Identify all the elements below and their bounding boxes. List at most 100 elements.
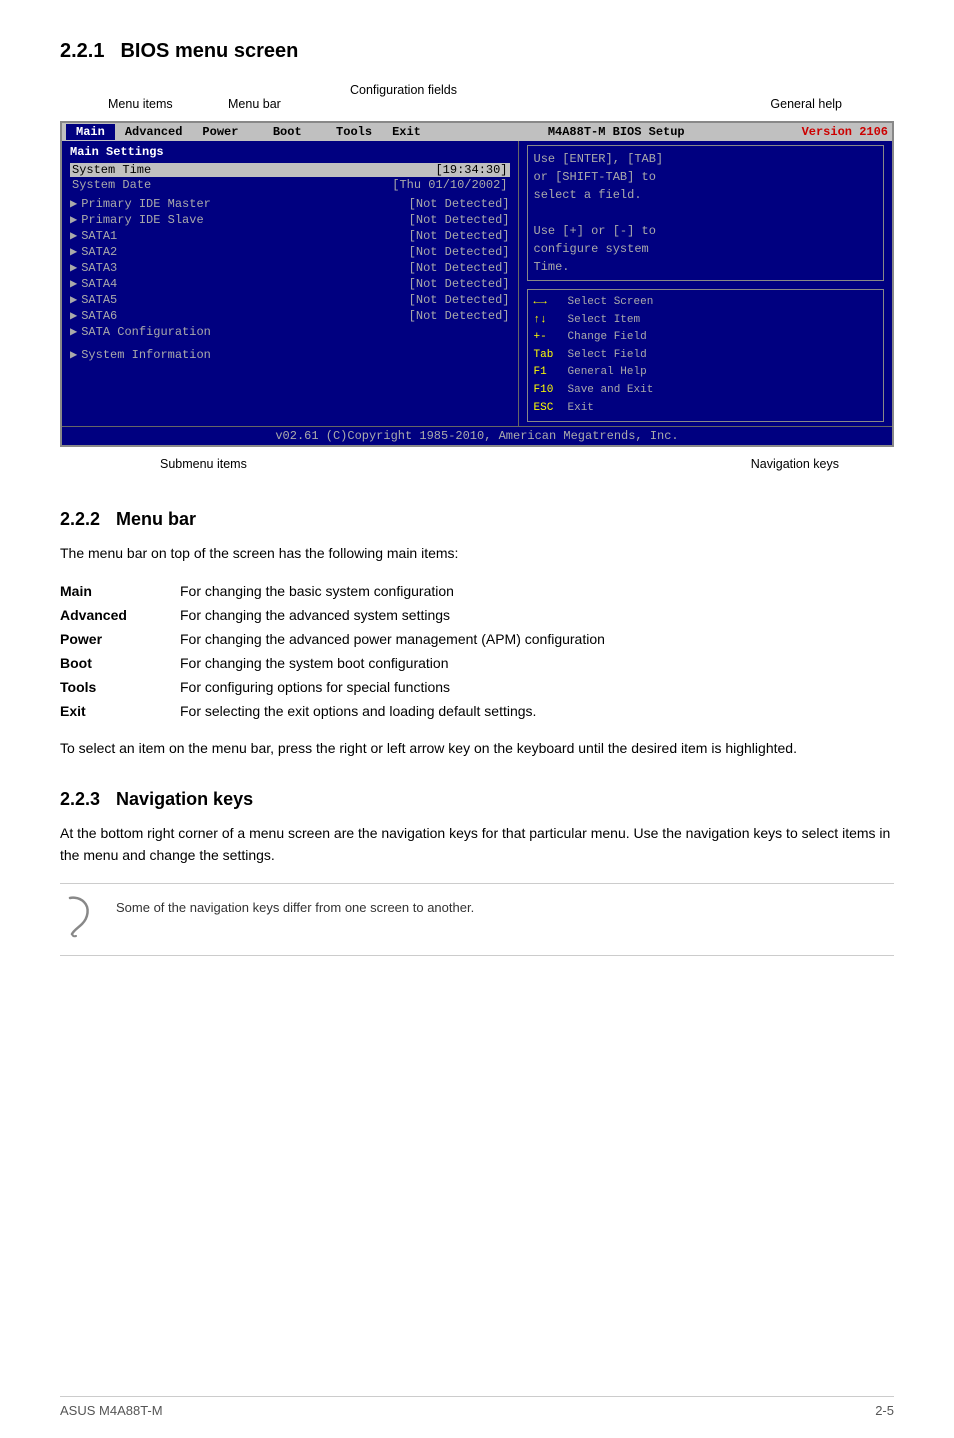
bios-system-date-label: System Date — [72, 178, 151, 192]
menu-item-tools-label: Tools — [60, 675, 180, 699]
bios-nav-row-4: F1 General Help — [534, 364, 878, 382]
bios-drive-row-0: ▶ Primary IDE Master [Not Detected] — [70, 196, 510, 211]
bios-nav-row-3: Tab Select Field — [534, 347, 878, 365]
section-222-description: The menu bar on top of the screen has th… — [60, 542, 894, 564]
bios-section-title: Main Settings — [70, 145, 510, 159]
bios-title-text: M4A88T-M BIOS Setup — [548, 125, 685, 139]
bios-drive-row-7: ▶ SATA6 [Not Detected] — [70, 308, 510, 323]
section-223-number: 2.2.3 — [60, 789, 100, 809]
bios-drive-row-4: ▶ SATA3 [Not Detected] — [70, 260, 510, 275]
bios-nav-key-1: ↑↓ — [534, 312, 562, 330]
label-menu-bar: Menu bar — [228, 97, 281, 111]
bottom-labels: Submenu items Navigation keys — [60, 451, 894, 479]
label-config-fields: Configuration fields — [350, 83, 457, 97]
bios-help-line3: select a field. — [534, 186, 878, 204]
bios-system-info-row: ▶ System Information — [70, 347, 510, 362]
section-223-title: Navigation keys — [116, 789, 253, 809]
label-menu-items: Menu items — [108, 97, 173, 111]
bios-system-info-label: System Information — [81, 348, 211, 362]
bios-content-area: Main Settings System Time [19:34:30] Sys… — [62, 141, 892, 426]
menu-item-main-desc: For changing the basic system configurat… — [180, 579, 894, 603]
section-222-select-note: To select an item on the menu bar, press… — [60, 737, 894, 759]
footer-page: 2-5 — [875, 1403, 894, 1418]
note-box: Some of the navigation keys differ from … — [60, 883, 894, 956]
bios-nav-row-1: ↑↓ Select Item — [534, 312, 878, 330]
menu-item-advanced: Advanced For changing the advanced syste… — [60, 603, 894, 627]
bios-menu-main: Main — [66, 124, 115, 140]
bios-help-box: Use [ENTER], [TAB] or [SHIFT-TAB] to sel… — [527, 145, 885, 281]
bios-drive-row-2: ▶ SATA1 [Not Detected] — [70, 228, 510, 243]
menu-item-advanced-label: Advanced — [60, 603, 180, 627]
arrow-icon-5: ▶ — [70, 276, 77, 291]
bios-nav-desc-6: Exit — [568, 400, 594, 418]
arrow-icon-0: ▶ — [70, 196, 77, 211]
bios-menu-tools: Tools — [326, 124, 382, 140]
menu-item-boot-desc: For changing the system boot configurati… — [180, 651, 894, 675]
section-223-description: At the bottom right corner of a menu scr… — [60, 822, 894, 867]
section-221-header: 2.2.1 BIOS menu screen — [60, 40, 894, 63]
section-221-title: BIOS menu screen — [120, 40, 298, 62]
note-icon — [60, 894, 100, 945]
bios-screen: Main Advanced Power Boot Tools Exit M4A8… — [60, 121, 894, 447]
bios-nav-key-4: F1 — [534, 364, 562, 382]
bios-nav-desc-4: General Help — [568, 364, 647, 382]
bios-system-date-value: [Thu 01/10/2002] — [392, 178, 507, 192]
bios-nav-key-3: Tab — [534, 347, 562, 365]
bios-right-panel: Use [ENTER], [TAB] or [SHIFT-TAB] to sel… — [519, 141, 893, 426]
bios-menu-boot: Boot — [248, 124, 326, 140]
arrow-icon-3: ▶ — [70, 244, 77, 259]
bios-system-time-label: System Time — [72, 163, 151, 177]
arrow-icon-2: ▶ — [70, 228, 77, 243]
bios-menubar: Main Advanced Power Boot Tools Exit M4A8… — [62, 123, 892, 141]
arrow-icon-4: ▶ — [70, 260, 77, 275]
bios-version-text: Version 2106 — [802, 125, 888, 139]
bios-nav-desc-0: Select Screen — [568, 294, 654, 312]
bios-title: M4A88T-M BIOS Setup — [431, 125, 802, 139]
bios-sata-config-row: ▶ SATA Configuration — [70, 324, 510, 339]
bios-menubar-left: Main Advanced Power Boot Tools Exit — [66, 124, 431, 140]
menu-item-boot: Boot For changing the system boot config… — [60, 651, 894, 675]
bios-help-line5: configure system — [534, 240, 878, 258]
arrow-icon-7: ▶ — [70, 308, 77, 323]
section-222-title: Menu bar — [116, 509, 196, 529]
bios-nav-row-5: F10 Save and Exit — [534, 382, 878, 400]
menu-item-exit-desc: For selecting the exit options and loadi… — [180, 699, 894, 723]
bios-sata-config-label: SATA Configuration — [81, 325, 211, 339]
bios-nav-desc-2: Change Field — [568, 329, 647, 347]
bios-nav-key-6: ESC — [534, 400, 562, 418]
bios-drive-row-6: ▶ SATA5 [Not Detected] — [70, 292, 510, 307]
note-text: Some of the navigation keys differ from … — [116, 894, 474, 918]
arrow-icon-sysinfo: ▶ — [70, 347, 77, 362]
menu-item-advanced-desc: For changing the advanced system setting… — [180, 603, 894, 627]
bios-menu-exit: Exit — [382, 124, 431, 140]
menu-items-table: Main For changing the basic system confi… — [60, 579, 894, 723]
bios-drive-row-5: ▶ SATA4 [Not Detected] — [70, 276, 510, 291]
arrow-icon-6: ▶ — [70, 292, 77, 307]
bios-menu-advanced: Advanced — [115, 124, 193, 140]
bios-nav-row-6: ESC Exit — [534, 400, 878, 418]
bios-help-line1: Use [ENTER], [TAB] — [534, 150, 878, 168]
menu-item-main: Main For changing the basic system confi… — [60, 579, 894, 603]
menu-item-power-label: Power — [60, 627, 180, 651]
arrow-icon-1: ▶ — [70, 212, 77, 227]
bios-version: Version 2106 — [802, 125, 888, 139]
bios-nav-box: ←→ Select Screen ↑↓ Select Item +- Chang… — [527, 289, 885, 422]
bios-nav-desc-5: Save and Exit — [568, 382, 654, 400]
menu-item-tools-desc: For configuring options for special func… — [180, 675, 894, 699]
section-221-number: 2.2.1 — [60, 40, 104, 62]
section-222-number: 2.2.2 — [60, 509, 100, 529]
bios-drive-row-3: ▶ SATA2 [Not Detected] — [70, 244, 510, 259]
label-submenu-items: Submenu items — [160, 457, 247, 471]
section-223: 2.2.3 Navigation keys At the bottom right… — [60, 789, 894, 956]
bios-system-time-value: [19:34:30] — [435, 163, 507, 177]
bios-nav-key-2: +- — [534, 329, 562, 347]
bios-footer: v02.61 (C)Copyright 1985-2010, American … — [62, 426, 892, 445]
footer-product: ASUS M4A88T-M — [60, 1403, 163, 1418]
section-222: 2.2.2 Menu bar The menu bar on top of the… — [60, 509, 894, 759]
bios-nav-key-5: F10 — [534, 382, 562, 400]
menu-item-main-label: Main — [60, 579, 180, 603]
bios-help-line6: Time. — [534, 258, 878, 276]
bios-nav-desc-1: Select Item — [568, 312, 641, 330]
bios-nav-row-0: ←→ Select Screen — [534, 294, 878, 312]
menu-item-tools: Tools For configuring options for specia… — [60, 675, 894, 699]
